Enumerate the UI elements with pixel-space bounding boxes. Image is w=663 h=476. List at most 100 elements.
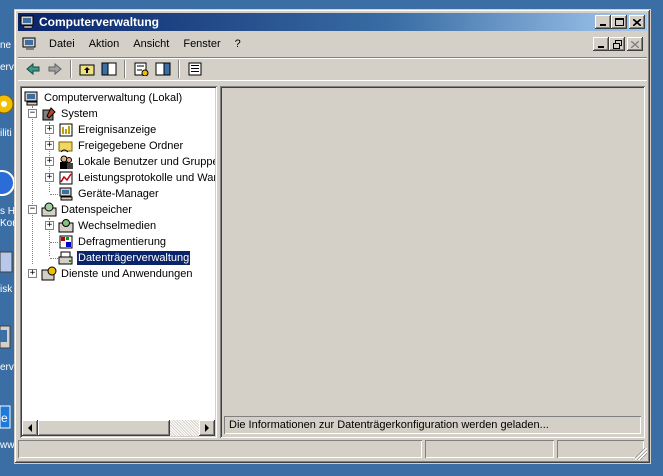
tree-item-label: Computerverwaltung (Lokal) (44, 92, 183, 104)
up-one-level-button[interactable] (76, 59, 98, 79)
tree-connector (50, 242, 58, 243)
expand-toggle[interactable]: + (45, 221, 54, 230)
properties-icon (134, 62, 149, 76)
collapse-storage-toggle[interactable]: − (28, 205, 37, 214)
document-window-icon[interactable] (22, 37, 38, 51)
expand-toggle[interactable]: + (45, 157, 54, 166)
computer-icon (24, 91, 38, 106)
menu-ansicht[interactable]: Ansicht (126, 35, 176, 53)
tree-item-defragmentierung[interactable]: Defragmentierung (58, 234, 167, 250)
child-minimize-button[interactable] (593, 37, 609, 51)
desktop-icon-label: isk (0, 284, 13, 295)
desktop-icon-label: iliti (0, 128, 12, 139)
desktop-icon-label: ne (0, 40, 12, 51)
console-tree[interactable]: Computerverwaltung (Lokal) − System + Er… (20, 86, 217, 438)
computer-icon[interactable] (0, 322, 14, 356)
help-button[interactable] (152, 59, 174, 79)
export-list-icon (188, 62, 202, 76)
toolbar-separator (178, 60, 180, 78)
menu-aktion[interactable]: Aktion (82, 35, 127, 53)
title-bar[interactable]: Computerverwaltung (18, 13, 647, 31)
scroll-left-button[interactable] (22, 420, 38, 436)
back-arrow-icon (26, 62, 40, 76)
users-groups-icon (60, 155, 73, 169)
close-button[interactable] (629, 15, 645, 29)
menu-datei[interactable]: Datei (42, 35, 82, 53)
tree-item-freigegebene-ordner[interactable]: Freigegebene Ordner (58, 138, 184, 154)
arrow-right-icon (205, 424, 209, 432)
utility-icon[interactable] (0, 92, 14, 120)
forward-button[interactable] (44, 59, 66, 79)
tree-item-label: Ereignisanzeige (78, 124, 157, 136)
minimize-button[interactable] (595, 15, 611, 29)
tree-item-ereignisanzeige[interactable]: Ereignisanzeige (58, 122, 157, 138)
status-cell (425, 440, 554, 458)
computer-management-icon (20, 15, 34, 29)
tree-item-label: Leistungsprotokolle und Warnungen (78, 172, 215, 184)
tree-item-label: Datenträgerverwaltung (75, 250, 192, 266)
browser-icon[interactable]: e (0, 402, 14, 432)
tree-item-datenspeicher[interactable]: Datenspeicher (41, 202, 133, 218)
storage-icon (41, 202, 57, 217)
expand-toggle[interactable]: + (28, 269, 37, 278)
tree-item-wechselmedien[interactable]: Wechselmedien (58, 218, 157, 234)
tree-item-geraete-manager[interactable]: Geräte-Manager (58, 186, 160, 202)
menu-help[interactable]: ? (228, 35, 248, 53)
tree-view: Computerverwaltung (Lokal) − System + Er… (22, 88, 215, 420)
show-hide-tree-button[interactable] (98, 59, 120, 79)
toolbar-separator (70, 60, 72, 78)
expand-toggle[interactable]: + (45, 125, 54, 134)
services-applications-icon (41, 266, 57, 281)
shared-folder-icon (58, 141, 73, 153)
tree-item-label: Wechselmedien (78, 220, 157, 232)
tree-item-datentraegerverwaltung[interactable]: Datenträgerverwaltung (58, 250, 192, 266)
svg-text:e: e (1, 411, 8, 425)
loading-status-text: Die Informationen zur Datenträgerkonfigu… (224, 416, 641, 434)
desktop-icon-label: erv (0, 362, 14, 373)
show-hide-console-tree-icon (101, 62, 117, 76)
computer-management-window: Computerverwaltung Datei Aktion Ansicht … (14, 9, 651, 464)
network-icon[interactable] (0, 166, 14, 200)
tree-item-root[interactable]: Computerverwaltung (Lokal) (24, 90, 183, 106)
event-viewer-icon (59, 123, 73, 137)
minimize-icon (600, 24, 606, 26)
expand-toggle[interactable]: + (45, 173, 54, 182)
desktop-icon-label: Kon (0, 218, 14, 229)
removable-media-icon (58, 219, 74, 233)
defragmenter-icon (59, 235, 73, 249)
export-list-button[interactable] (184, 59, 206, 79)
tree-connector (32, 106, 33, 264)
back-button[interactable] (22, 59, 44, 79)
desktop-icon-label: erv (0, 62, 14, 73)
tree-item-dienste-und-anwendungen[interactable]: Dienste und Anwendungen (41, 266, 194, 282)
tree-horizontal-scrollbar[interactable] (22, 420, 215, 436)
scroll-right-button[interactable] (199, 420, 215, 436)
close-icon (633, 18, 641, 26)
device-manager-icon (59, 187, 73, 201)
tree-item-label: Defragmentierung (78, 236, 167, 248)
details-pane[interactable]: Die Informationen zur Datenträgerkonfigu… (220, 86, 645, 438)
tree-connector (50, 194, 58, 195)
tree-item-leistungsprotokolle[interactable]: Leistungsprotokolle und Warnungen (58, 170, 215, 186)
tree-item-system[interactable]: System (41, 106, 99, 122)
window-title: Computerverwaltung (39, 15, 160, 29)
performance-logs-icon (59, 171, 73, 185)
expand-toggle[interactable]: + (45, 141, 54, 150)
toolbar-separator (124, 60, 126, 78)
collapse-system-toggle[interactable]: − (28, 109, 37, 118)
child-close-button[interactable] (627, 37, 643, 51)
resize-grip[interactable] (635, 448, 647, 460)
maximize-button[interactable] (611, 15, 627, 29)
menu-fenster[interactable]: Fenster (176, 35, 227, 53)
properties-button[interactable] (130, 59, 152, 79)
desktop-icon-label: s H (0, 206, 14, 217)
tree-item-lokale-benutzer[interactable]: Lokale Benutzer und Gruppen (58, 154, 215, 170)
desktop-icon-label: ww (0, 440, 14, 451)
status-bar (18, 440, 647, 460)
scrollbar-thumb[interactable] (38, 420, 170, 436)
disk-icon[interactable] (0, 246, 14, 276)
restore-icon (612, 39, 622, 49)
status-cell-main (18, 440, 422, 458)
child-restore-button[interactable] (609, 37, 625, 51)
tree-item-label: Dienste und Anwendungen (61, 268, 193, 280)
